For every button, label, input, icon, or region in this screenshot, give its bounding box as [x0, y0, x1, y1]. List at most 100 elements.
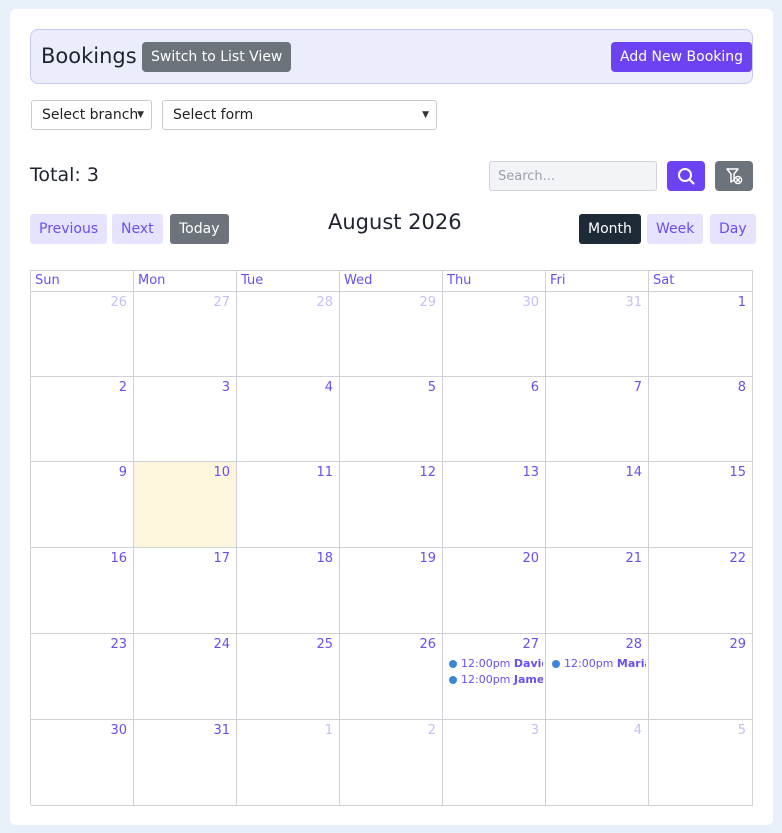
day-cell[interactable]: 19 — [340, 548, 443, 634]
day-cell[interactable]: 8 — [649, 377, 753, 462]
day-cell[interactable]: 30 — [443, 292, 546, 377]
day-number[interactable]: 23 — [110, 637, 127, 652]
day-cell[interactable]: 23 — [31, 634, 134, 720]
day-cell[interactable]: 14 — [546, 462, 649, 548]
clear-filter-button[interactable] — [715, 161, 753, 191]
day-number[interactable]: 3 — [222, 380, 230, 395]
day-number[interactable]: 1 — [738, 295, 746, 310]
day-cell[interactable]: 13 — [443, 462, 546, 548]
booking-event[interactable]: 12:00pm James — [449, 672, 543, 688]
day-number[interactable]: 24 — [213, 637, 230, 652]
day-number[interactable]: 11 — [316, 465, 333, 480]
day-cell[interactable]: 18 — [237, 548, 340, 634]
day-number[interactable]: 31 — [625, 295, 642, 310]
switch-to-list-view-button[interactable]: Switch to List View — [142, 42, 292, 72]
day-number[interactable]: 28 — [625, 637, 642, 652]
search-input[interactable] — [489, 161, 657, 191]
day-cell[interactable]: 29 — [340, 292, 443, 377]
day-number[interactable]: 14 — [625, 465, 642, 480]
next-button[interactable]: Next — [112, 214, 163, 244]
day-number[interactable]: 26 — [419, 637, 436, 652]
day-cell[interactable]: 20 — [443, 548, 546, 634]
day-cell[interactable]: 24 — [134, 634, 237, 720]
day-view-button[interactable]: Day — [710, 214, 756, 244]
day-cell[interactable]: 3 — [443, 720, 546, 806]
day-number[interactable]: 15 — [729, 465, 746, 480]
day-number[interactable]: 22 — [729, 551, 746, 566]
day-cell[interactable]: 5 — [340, 377, 443, 462]
day-cell[interactable]: 4 — [237, 377, 340, 462]
month-view-button[interactable]: Month — [579, 214, 641, 244]
day-cell[interactable]: 31 — [134, 720, 237, 806]
day-cell[interactable]: 29 — [649, 634, 753, 720]
day-cell[interactable]: 4 — [546, 720, 649, 806]
booking-event[interactable]: 12:00pm David C — [449, 656, 543, 672]
day-number[interactable]: 27 — [522, 637, 539, 652]
day-number[interactable]: 29 — [729, 637, 746, 652]
day-number[interactable]: 30 — [110, 723, 127, 738]
day-number[interactable]: 7 — [634, 380, 642, 395]
day-cell[interactable]: 2 — [31, 377, 134, 462]
day-number[interactable]: 17 — [213, 551, 230, 566]
day-number[interactable]: 1 — [325, 723, 333, 738]
day-number[interactable]: 25 — [316, 637, 333, 652]
previous-button[interactable]: Previous — [30, 214, 108, 244]
day-number[interactable]: 2 — [428, 723, 436, 738]
day-cell[interactable]: 7 — [546, 377, 649, 462]
day-number[interactable]: 4 — [634, 723, 642, 738]
day-cell[interactable]: 10 — [134, 462, 237, 548]
day-number[interactable]: 20 — [522, 551, 539, 566]
day-number[interactable]: 8 — [738, 380, 746, 395]
day-number[interactable]: 5 — [738, 723, 746, 738]
day-number[interactable]: 27 — [213, 295, 230, 310]
today-button[interactable]: Today — [170, 214, 229, 244]
day-cell[interactable]: 6 — [443, 377, 546, 462]
add-new-booking-button[interactable]: Add New Booking — [611, 42, 753, 72]
day-cell[interactable]: 25 — [237, 634, 340, 720]
day-number[interactable]: 5 — [428, 380, 436, 395]
day-number[interactable]: 13 — [522, 465, 539, 480]
day-cell[interactable]: 16 — [31, 548, 134, 634]
booking-event[interactable]: 12:00pm Maria I — [552, 656, 646, 672]
day-number[interactable]: 16 — [110, 551, 127, 566]
day-cell[interactable]: 1 — [237, 720, 340, 806]
day-cell[interactable]: 1 — [649, 292, 753, 377]
day-cell[interactable]: 26 — [340, 634, 443, 720]
day-cell[interactable]: 30 — [31, 720, 134, 806]
day-number[interactable]: 30 — [522, 295, 539, 310]
day-cell[interactable]: 12 — [340, 462, 443, 548]
day-number[interactable]: 31 — [213, 723, 230, 738]
day-number[interactable]: 19 — [419, 551, 436, 566]
day-number[interactable]: 12 — [419, 465, 436, 480]
day-number[interactable]: 4 — [325, 380, 333, 395]
day-cell[interactable]: 28 12:00pm Maria I — [546, 634, 649, 720]
day-number[interactable]: 2 — [119, 380, 127, 395]
branch-select[interactable]: Select branch ▼ — [31, 100, 152, 130]
day-cell[interactable]: 3 — [134, 377, 237, 462]
week-view-button[interactable]: Week — [647, 214, 704, 244]
day-cell[interactable]: 15 — [649, 462, 753, 548]
day-number[interactable]: 26 — [110, 295, 127, 310]
day-cell[interactable]: 21 — [546, 548, 649, 634]
day-number[interactable]: 18 — [316, 551, 333, 566]
form-select[interactable]: Select form ▼ — [162, 100, 437, 130]
day-cell[interactable]: 5 — [649, 720, 753, 806]
day-number[interactable]: 28 — [316, 295, 333, 310]
day-number[interactable]: 21 — [625, 551, 642, 566]
search-button[interactable] — [667, 161, 705, 191]
day-number[interactable]: 29 — [419, 295, 436, 310]
day-cell[interactable]: 22 — [649, 548, 753, 634]
day-number[interactable]: 10 — [213, 465, 230, 480]
day-cell[interactable]: 27 — [134, 292, 237, 377]
day-cell[interactable]: 27 12:00pm David C12:00pm James — [443, 634, 546, 720]
day-cell[interactable]: 2 — [340, 720, 443, 806]
day-cell[interactable]: 17 — [134, 548, 237, 634]
day-cell[interactable]: 28 — [237, 292, 340, 377]
day-number[interactable]: 3 — [531, 723, 539, 738]
day-cell[interactable]: 9 — [31, 462, 134, 548]
day-cell[interactable]: 31 — [546, 292, 649, 377]
day-cell[interactable]: 26 — [31, 292, 134, 377]
day-cell[interactable]: 11 — [237, 462, 340, 548]
day-number[interactable]: 6 — [531, 380, 539, 395]
day-number[interactable]: 9 — [119, 465, 127, 480]
